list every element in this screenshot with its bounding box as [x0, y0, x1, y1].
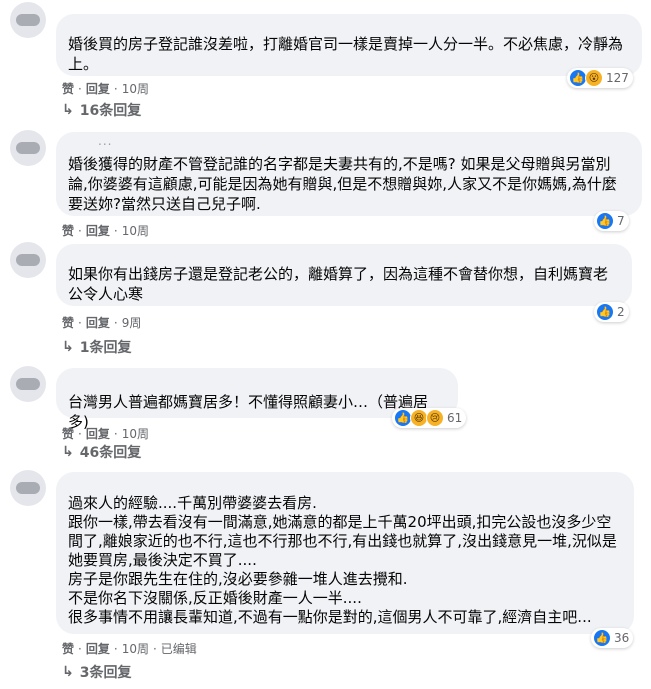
avatar[interactable] [10, 242, 46, 278]
avatar-image [16, 14, 40, 26]
reaction-count: 127 [606, 71, 629, 85]
reaction-summary[interactable]: 👍 😆 😢 61 [392, 408, 467, 428]
timestamp[interactable]: 10周 [122, 224, 149, 238]
view-replies-button[interactable]: ↳ 16条回复 [62, 100, 141, 120]
wow-icon: 😮 [585, 69, 603, 87]
replies-label: 3条回复 [79, 665, 132, 681]
comment-actions: 赞 · 回复 · 10周 [62, 82, 149, 96]
reply-arrow-icon: ↳ [62, 102, 74, 118]
comment-actions: 赞 · 回复 · 9周 [62, 316, 142, 330]
timestamp[interactable]: 10周 [122, 82, 149, 96]
edited-label: 已编辑 [160, 642, 197, 656]
comment-bubble: 如果你有出錢房子還是登記老公的，離婚算了，因為這種不會替你想，自利媽寶老公令人心… [56, 244, 632, 306]
timestamp[interactable]: 9周 [122, 316, 142, 330]
reply-arrow-icon: ↳ [62, 664, 74, 680]
like-button[interactable]: 赞 [62, 642, 74, 656]
reply-button[interactable]: 回复 [86, 316, 110, 330]
reply-button[interactable]: 回复 [86, 642, 110, 656]
reply-button[interactable]: 回复 [86, 82, 110, 96]
avatar[interactable] [10, 2, 46, 38]
reaction-summary[interactable]: 👍 7 [594, 211, 629, 231]
timestamp[interactable]: 10周 [122, 642, 149, 656]
view-replies-button[interactable]: ↳ 46条回复 [62, 442, 141, 462]
comment-bubble: 婚後買的房子登記誰沒差啦，打離婚官司一樣是賣掉一人分一半。不必焦慮，冷靜為上。 [56, 14, 642, 76]
comment-bubble: ... 婚後獲得的財產不管登記誰的名字都是夫妻共有的,不是嗎? 如果是父母贈與另… [56, 132, 642, 216]
reaction-summary[interactable]: 👍 😮 127 [567, 68, 633, 88]
timestamp[interactable]: 10周 [122, 427, 149, 441]
avatar[interactable] [10, 366, 46, 402]
like-icon: 👍 [593, 629, 611, 647]
reaction-count: 36 [614, 631, 630, 645]
reply-button[interactable]: 回复 [86, 224, 110, 238]
like-button[interactable]: 赞 [62, 224, 74, 238]
like-button[interactable]: 赞 [62, 316, 74, 330]
avatar-image [16, 142, 40, 154]
reply-button[interactable]: 回复 [86, 427, 110, 441]
reaction-count: 61 [447, 411, 463, 425]
view-replies-button[interactable]: ↳ 3条回复 [62, 662, 131, 682]
comment-text: 如果你有出錢房子還是登記老公的，離婚算了，因為這種不會替你想，自利媽寶老公令人心… [68, 265, 609, 303]
like-icon: 👍 [596, 212, 614, 230]
comment-bubble: 過來人的經驗....千萬別帶婆婆去看房. 跟你一樣,帶去看沒有一間滿意,她滿意的… [56, 472, 634, 634]
comment-text: 婚後買的房子登記誰沒差啦，打離婚官司一樣是賣掉一人分一半。不必焦慮，冷靜為上。 [68, 35, 624, 73]
avatar-image [16, 254, 40, 266]
like-button[interactable]: 赞 [62, 427, 74, 441]
reply-arrow-icon: ↳ [62, 444, 74, 460]
comment-text: 婚後獲得的財產不管登記誰的名字都是夫妻共有的,不是嗎? 如果是父母贈與另當別論,… [68, 155, 617, 213]
sad-icon: 😢 [426, 409, 444, 427]
comment-text: 過來人的經驗....千萬別帶婆婆去看房. 跟你一樣,帶去看沒有一間滿意,她滿意的… [68, 494, 617, 626]
reaction-summary[interactable]: 👍 2 [594, 302, 629, 322]
author-name[interactable]: ... [98, 134, 112, 148]
reaction-count: 2 [617, 305, 625, 319]
comment-actions: 赞 · 回复 · 10周 [62, 224, 149, 238]
comment-actions: 赞 · 回复 · 10周 · 已编辑 [62, 642, 197, 656]
replies-label: 16条回复 [79, 103, 142, 119]
like-button[interactable]: 赞 [62, 82, 74, 96]
reaction-count: 7 [617, 214, 625, 228]
replies-label: 46条回复 [79, 445, 142, 461]
avatar[interactable] [10, 130, 46, 166]
avatar-image [16, 378, 40, 390]
avatar[interactable] [10, 470, 46, 506]
like-icon: 👍 [596, 303, 614, 321]
avatar-image [16, 482, 40, 494]
reply-arrow-icon: ↳ [62, 339, 74, 355]
view-replies-button[interactable]: ↳ 1条回复 [62, 337, 131, 357]
replies-label: 1条回复 [79, 340, 132, 356]
reaction-summary[interactable]: 👍 36 [591, 628, 634, 648]
comment-actions: 赞 · 回复 · 10周 [62, 427, 149, 441]
